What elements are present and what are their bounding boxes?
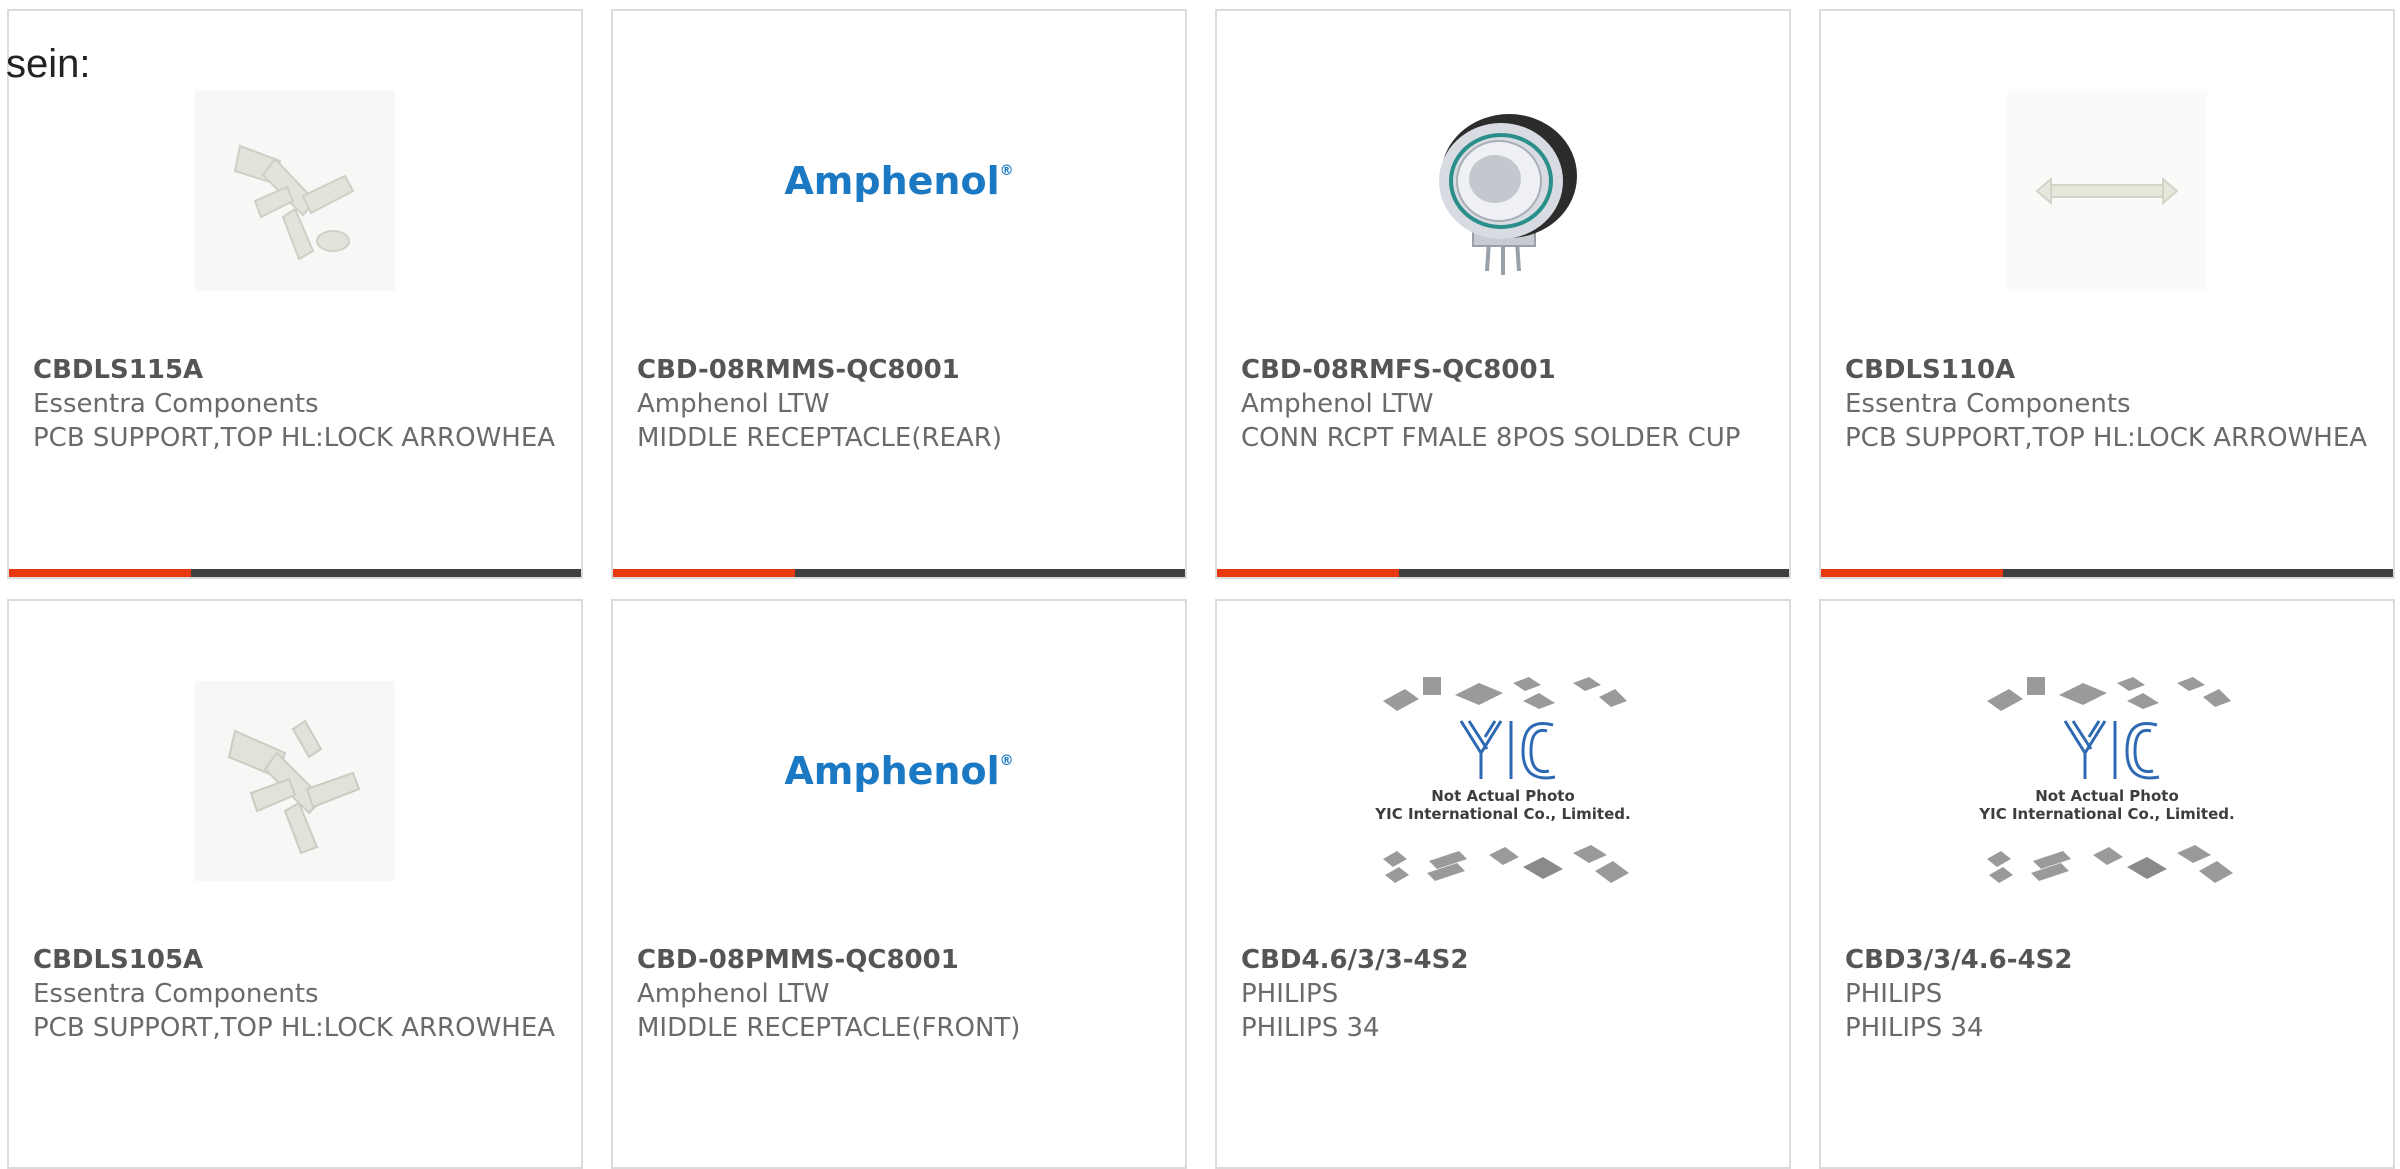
- description: PCB SUPPORT,TOP HL:LOCK ARROWHEA: [33, 1013, 556, 1043]
- product-image[interactable]: Amphenol®: [613, 61, 1185, 301]
- svg-text:YIC International Co., Limited: YIC International Co., Limited.: [1978, 805, 2234, 823]
- manufacturer: Essentra Components: [33, 389, 319, 419]
- yic-placeholder-icon: Not Actual Photo YIC International Co., …: [1374, 677, 1631, 883]
- part-number[interactable]: CBD-08RMFS-QC8001: [1241, 353, 1769, 387]
- description: PHILIPS 34: [1845, 1013, 1984, 1043]
- product-card[interactable]: Not Actual Photo YIC International Co., …: [1215, 599, 1791, 1169]
- description: MIDDLE RECEPTACLE(FRONT): [637, 1013, 1021, 1043]
- pcb-support-standoff-icon: [2007, 91, 2207, 291]
- amphenol-logo: Amphenol®: [784, 159, 1014, 203]
- card-accent-bar: [9, 569, 581, 577]
- manufacturer: Amphenol LTW: [637, 979, 830, 1009]
- product-image[interactable]: Amphenol®: [613, 651, 1185, 891]
- manufacturer: Essentra Components: [1845, 389, 2131, 419]
- product-card[interactable]: CBDLS105A Essentra Components PCB SUPPOR…: [7, 599, 583, 1169]
- product-image[interactable]: [1217, 71, 1789, 311]
- description: PCB SUPPORT,TOP HL:LOCK ARROWHEA: [33, 423, 556, 453]
- yic-placeholder-icon: Not Actual Photo YIC International Co., …: [1978, 677, 2235, 883]
- part-number[interactable]: CBDLS105A: [33, 943, 561, 977]
- part-number[interactable]: CBD-08PMMS-QC8001: [637, 943, 1165, 977]
- card-accent-bar: [613, 569, 1185, 577]
- pcb-support-clip-icon: [195, 91, 395, 291]
- description: PHILIPS 34: [1241, 1013, 1380, 1043]
- card-accent-bar: [1821, 569, 2393, 577]
- product-image[interactable]: Not Actual Photo YIC International Co., …: [1217, 661, 1789, 901]
- manufacturer: Amphenol LTW: [637, 389, 830, 419]
- product-card[interactable]: CBD-08RMFS-QC8001 Amphenol LTW CONN RCPT…: [1215, 9, 1791, 579]
- part-number[interactable]: CBD4.6/3/3-4S2: [1241, 943, 1769, 977]
- description: PCB SUPPORT,TOP HL:LOCK ARROWHEA: [1845, 423, 2368, 453]
- description: MIDDLE RECEPTACLE(REAR): [637, 423, 1002, 453]
- product-card[interactable]: CBDLS115A Essentra Components PCB SUPPOR…: [7, 9, 583, 579]
- svg-text:Not Actual Photo: Not Actual Photo: [2035, 787, 2179, 805]
- product-card[interactable]: CBDLS110A Essentra Components PCB SUPPOR…: [1819, 9, 2395, 579]
- part-number[interactable]: CBDLS115A: [33, 353, 561, 387]
- product-card[interactable]: Amphenol® CBD-08RMMS-QC8001 Amphenol LTW…: [611, 9, 1187, 579]
- product-image[interactable]: Not Actual Photo YIC International Co., …: [1821, 661, 2393, 901]
- product-image[interactable]: [1821, 71, 2393, 311]
- product-card[interactable]: Not Actual Photo YIC International Co., …: [1819, 599, 2395, 1169]
- manufacturer: Essentra Components: [33, 979, 319, 1009]
- manufacturer: PHILIPS: [1241, 979, 1339, 1009]
- manufacturer: Amphenol LTW: [1241, 389, 1434, 419]
- part-number[interactable]: CBDLS110A: [1845, 353, 2373, 387]
- pcb-support-clip-icon: [195, 681, 395, 881]
- intro-text: sein:: [6, 42, 91, 86]
- product-image[interactable]: [9, 71, 581, 311]
- part-number[interactable]: CBD3/3/4.6-4S2: [1845, 943, 2373, 977]
- svg-text:Not Actual Photo: Not Actual Photo: [1431, 787, 1575, 805]
- amphenol-logo: Amphenol®: [784, 749, 1014, 793]
- product-image[interactable]: [9, 661, 581, 901]
- description: CONN RCPT FMALE 8POS SOLDER CUP: [1241, 423, 1741, 453]
- circular-connector-icon: [1439, 114, 1577, 275]
- product-card[interactable]: Amphenol® CBD-08PMMS-QC8001 Amphenol LTW…: [611, 599, 1187, 1169]
- card-accent-bar: [1217, 569, 1789, 577]
- part-number[interactable]: CBD-08RMMS-QC8001: [637, 353, 1165, 387]
- svg-text:YIC International Co., Limited: YIC International Co., Limited.: [1374, 805, 1630, 823]
- manufacturer: PHILIPS: [1845, 979, 1943, 1009]
